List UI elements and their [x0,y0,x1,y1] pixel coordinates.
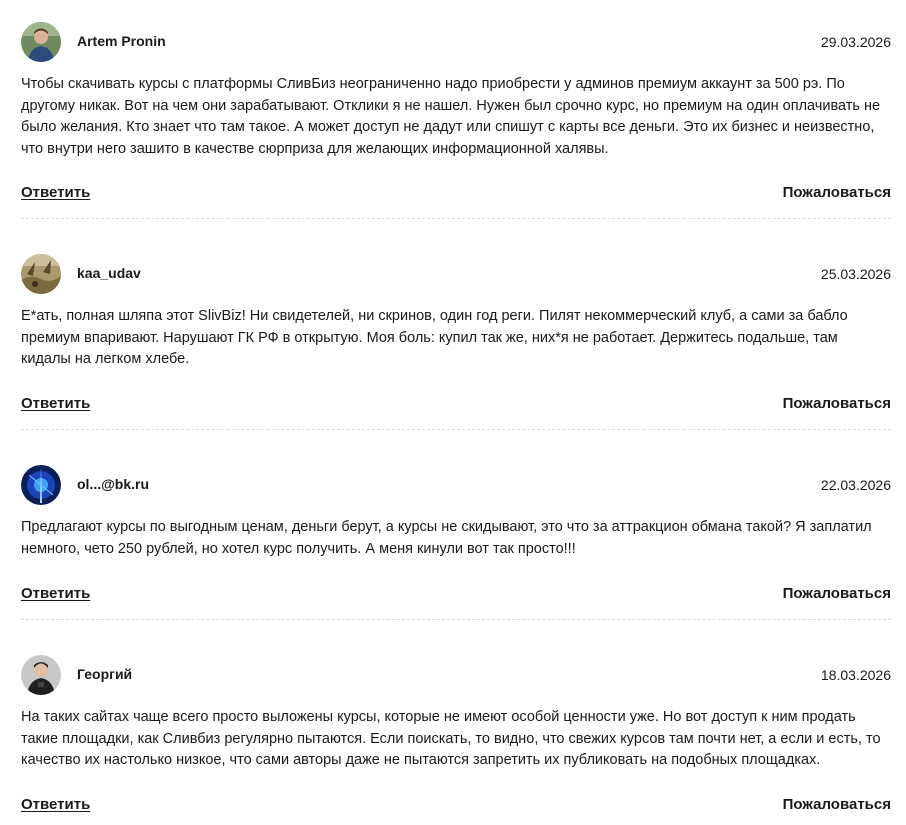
user-photo-avatar-icon[interactable] [21,655,61,695]
review-divider [21,429,891,430]
review-header: ol...@bk.ru 22.03.2026 [21,465,891,507]
landscape-photo-avatar-icon[interactable] [21,254,61,294]
review-date: 29.03.2026 [820,34,891,50]
review-date: 18.03.2026 [820,667,891,683]
review-item: ol...@bk.ru 22.03.2026 Предлагают курсы … [21,465,891,620]
report-button[interactable]: Пожаловаться [783,796,891,813]
review-item: kaa_udav 25.03.2026 Е*ать, полная шляпа … [21,254,891,430]
review-header: kaa_udav 25.03.2026 [21,254,891,296]
review-actions: Ответить Пожаловаться [21,395,891,417]
review-header: Artem Pronin 29.03.2026 [21,22,891,64]
review-actions: Ответить Пожаловаться [21,796,891,818]
report-button[interactable]: Пожаловаться [783,395,891,412]
user-photo-avatar-icon[interactable] [21,22,61,62]
review-text: Е*ать, полная шляпа этот SlivBiz! Ни сви… [21,308,848,367]
review-item: Георгий 18.03.2026 На таких сайтах чаще … [21,655,891,820]
review-header: Георгий 18.03.2026 [21,655,891,697]
review-actions: Ответить Пожаловаться [21,585,891,607]
review-item: Artem Pronin 29.03.2026 Чтобы скачивать … [21,22,891,219]
review-divider [21,619,891,620]
reply-button[interactable]: Ответить [21,184,90,201]
review-author: Artem Pronin [77,33,166,49]
reply-button[interactable]: Ответить [21,585,90,602]
reply-button[interactable]: Ответить [21,395,90,412]
review-text: На таких сайтах чаще всего просто выложе… [21,709,881,768]
review-author: Георгий [77,666,133,682]
review-author: kaa_udav [77,265,141,281]
review-text: Предлагают курсы по выгодным ценам, день… [21,519,872,557]
review-divider [21,218,891,219]
report-button[interactable]: Пожаловаться [783,585,891,602]
review-author: ol...@bk.ru [77,476,149,492]
report-button[interactable]: Пожаловаться [783,184,891,201]
review-date: 22.03.2026 [820,477,891,493]
review-text: Чтобы скачивать курсы с платформы СливБи… [21,76,881,157]
blue-light-avatar-icon[interactable] [21,465,61,505]
review-date: 25.03.2026 [820,266,891,282]
reviews-list: Artem Pronin 29.03.2026 Чтобы скачивать … [0,0,906,825]
review-actions: Ответить Пожаловаться [21,184,891,206]
reply-button[interactable]: Ответить [21,796,90,813]
